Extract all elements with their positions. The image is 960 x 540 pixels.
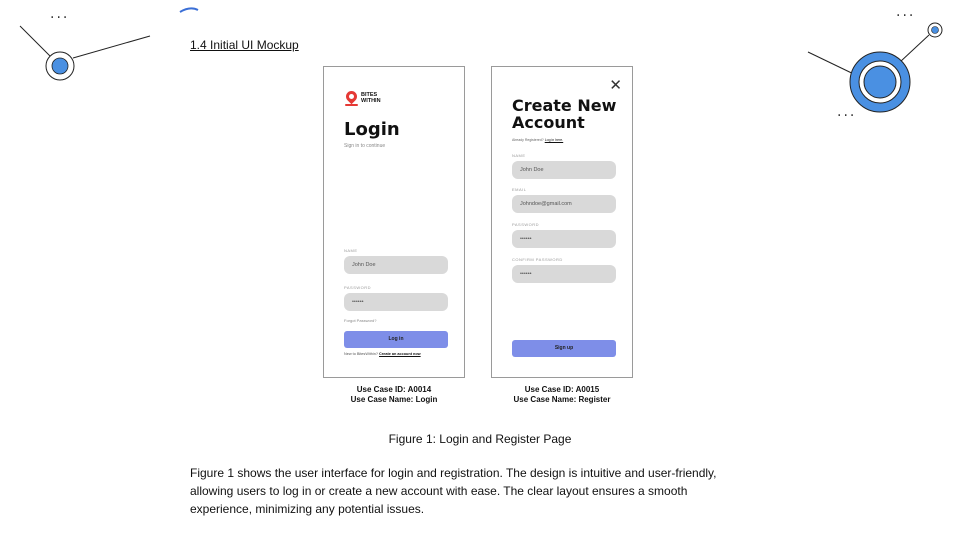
email-label: EMAIL — [512, 187, 527, 192]
register-title: Create New Account — [512, 96, 617, 132]
register-mockup: ✕ Create New Account Already Registered?… — [491, 66, 633, 378]
login-subtitle: Sign in to continue — [344, 143, 386, 149]
ellipsis-dots-icon: ... — [50, 6, 70, 22]
close-icon[interactable]: ✕ — [609, 76, 622, 94]
login-title: Login — [344, 119, 400, 140]
forgot-password-link[interactable]: Forgot Password? — [344, 318, 376, 323]
location-pin-icon — [343, 88, 360, 105]
ellipsis-dots-icon: ... — [837, 104, 857, 120]
email-field[interactable]: Johndoe@gmail.com — [512, 195, 616, 213]
login-button[interactable]: Log in — [344, 331, 448, 348]
use-case-register: Use Case ID: A0015 Use Case Name: Regist… — [513, 385, 611, 404]
login-here-link[interactable]: Log in here. — [545, 138, 564, 142]
name-field[interactable]: John Doe — [344, 256, 448, 274]
password-label: PASSWORD — [344, 285, 372, 290]
already-registered-prompt: Already Registered? Log in here. — [512, 138, 564, 142]
password-field[interactable]: •••••• — [344, 293, 448, 311]
ellipsis-dots-icon: ... — [896, 4, 916, 20]
signup-button[interactable]: Sign up — [512, 340, 616, 357]
create-account-link[interactable]: Create an account now — [379, 352, 421, 356]
signup-prompt: New to BitesWithin? Create an account no… — [344, 352, 421, 356]
decorative-network-graphic — [19, 7, 943, 113]
confirm-password-field[interactable]: •••••• — [512, 265, 616, 283]
name-label: NAME — [344, 248, 358, 253]
login-mockup: BITES WITHIN Login Sign in to continue N… — [323, 66, 465, 378]
name-label: NAME — [512, 153, 526, 158]
password-label: PASSWORD — [512, 222, 540, 227]
figure-caption: Figure 1: Login and Register Page — [388, 432, 572, 446]
password-field[interactable]: •••••• — [512, 230, 616, 248]
body-paragraph: Figure 1 shows the user interface for lo… — [190, 466, 717, 516]
confirm-password-label: CONFIRM PASSWORD — [512, 257, 563, 262]
pin-base — [345, 104, 358, 106]
app-logo-text: BITES WITHIN — [361, 92, 381, 104]
name-field[interactable]: John Doe — [512, 161, 616, 179]
use-case-login: Use Case ID: A0014 Use Case Name: Login — [350, 385, 438, 404]
section-title: 1.4 Initial UI Mockup — [190, 38, 299, 52]
